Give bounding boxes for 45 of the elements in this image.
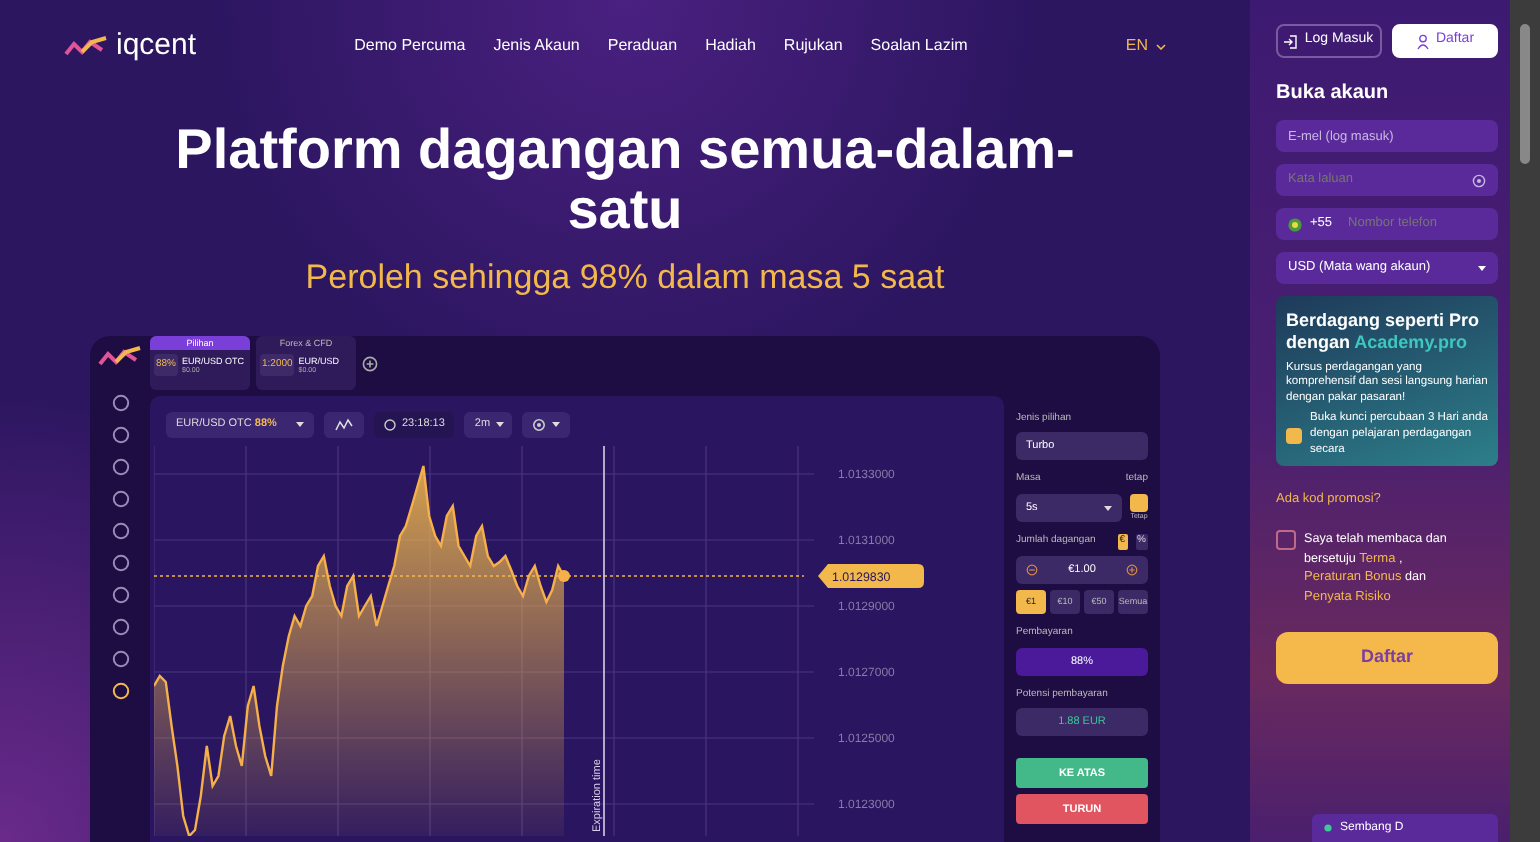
chevron-down-icon bbox=[1156, 43, 1166, 49]
language-selector[interactable]: EN bbox=[1125, 34, 1166, 58]
nav-link[interactable]: Jenis Akaun bbox=[493, 34, 580, 58]
form-title: Buka akaun bbox=[1276, 80, 1391, 108]
status-dot-icon bbox=[1324, 824, 1332, 832]
hero-subtitle: Peroleh sehingga 98% dalam masa 5 saat bbox=[303, 256, 947, 301]
circle-icon[interactable] bbox=[111, 617, 129, 636]
circle-icon[interactable] bbox=[111, 393, 129, 412]
caret-icon bbox=[296, 421, 304, 428]
fixed-toggle[interactable] bbox=[1130, 493, 1148, 512]
checkbox[interactable] bbox=[1276, 530, 1296, 551]
logo-icon[interactable] bbox=[64, 35, 108, 57]
caret-icon bbox=[552, 421, 561, 428]
line-chart-icon bbox=[334, 417, 354, 432]
settings-dropdown[interactable] bbox=[522, 411, 571, 438]
logo-text[interactable]: iqcent bbox=[116, 23, 197, 69]
logo-icon bbox=[98, 345, 142, 368]
circle-icon[interactable] bbox=[111, 585, 129, 604]
add-icon[interactable] bbox=[362, 355, 378, 372]
hero-title: Platform dagangan semua-dalam-satu bbox=[173, 120, 1077, 241]
checkbox[interactable] bbox=[1286, 427, 1302, 444]
nav-link[interactable]: Rujukan bbox=[783, 34, 843, 58]
caret-icon bbox=[1104, 505, 1112, 512]
circle-icon[interactable] bbox=[111, 521, 129, 540]
circle-icon[interactable] bbox=[111, 489, 129, 508]
minus-icon[interactable] bbox=[1026, 563, 1038, 576]
circle-icon[interactable] bbox=[111, 553, 129, 572]
nav-link[interactable]: Peraduan bbox=[607, 34, 678, 58]
nav-link[interactable]: Demo Percuma bbox=[354, 34, 466, 58]
caret-icon bbox=[496, 421, 505, 428]
register-submit-button[interactable]: Daftar bbox=[1276, 631, 1498, 684]
chart-type-button[interactable] bbox=[324, 411, 364, 438]
user-icon bbox=[1415, 33, 1430, 49]
nav-link[interactable]: Soalan Lazim bbox=[870, 34, 968, 58]
circle-icon[interactable] bbox=[111, 457, 129, 476]
plus-icon[interactable] bbox=[1125, 563, 1138, 576]
nav-link[interactable]: Hadiah bbox=[705, 34, 756, 58]
scrollbar[interactable] bbox=[1510, 0, 1540, 842]
caret-icon bbox=[1478, 265, 1486, 271]
promo-title: Berdagang seperti Pro dengan Academy.pro bbox=[1286, 310, 1482, 354]
circle-icon[interactable] bbox=[111, 425, 129, 444]
login-icon bbox=[1284, 33, 1299, 49]
circle-icon[interactable] bbox=[111, 681, 129, 700]
circle-icon[interactable] bbox=[111, 649, 129, 668]
current-price-dot bbox=[558, 569, 570, 582]
